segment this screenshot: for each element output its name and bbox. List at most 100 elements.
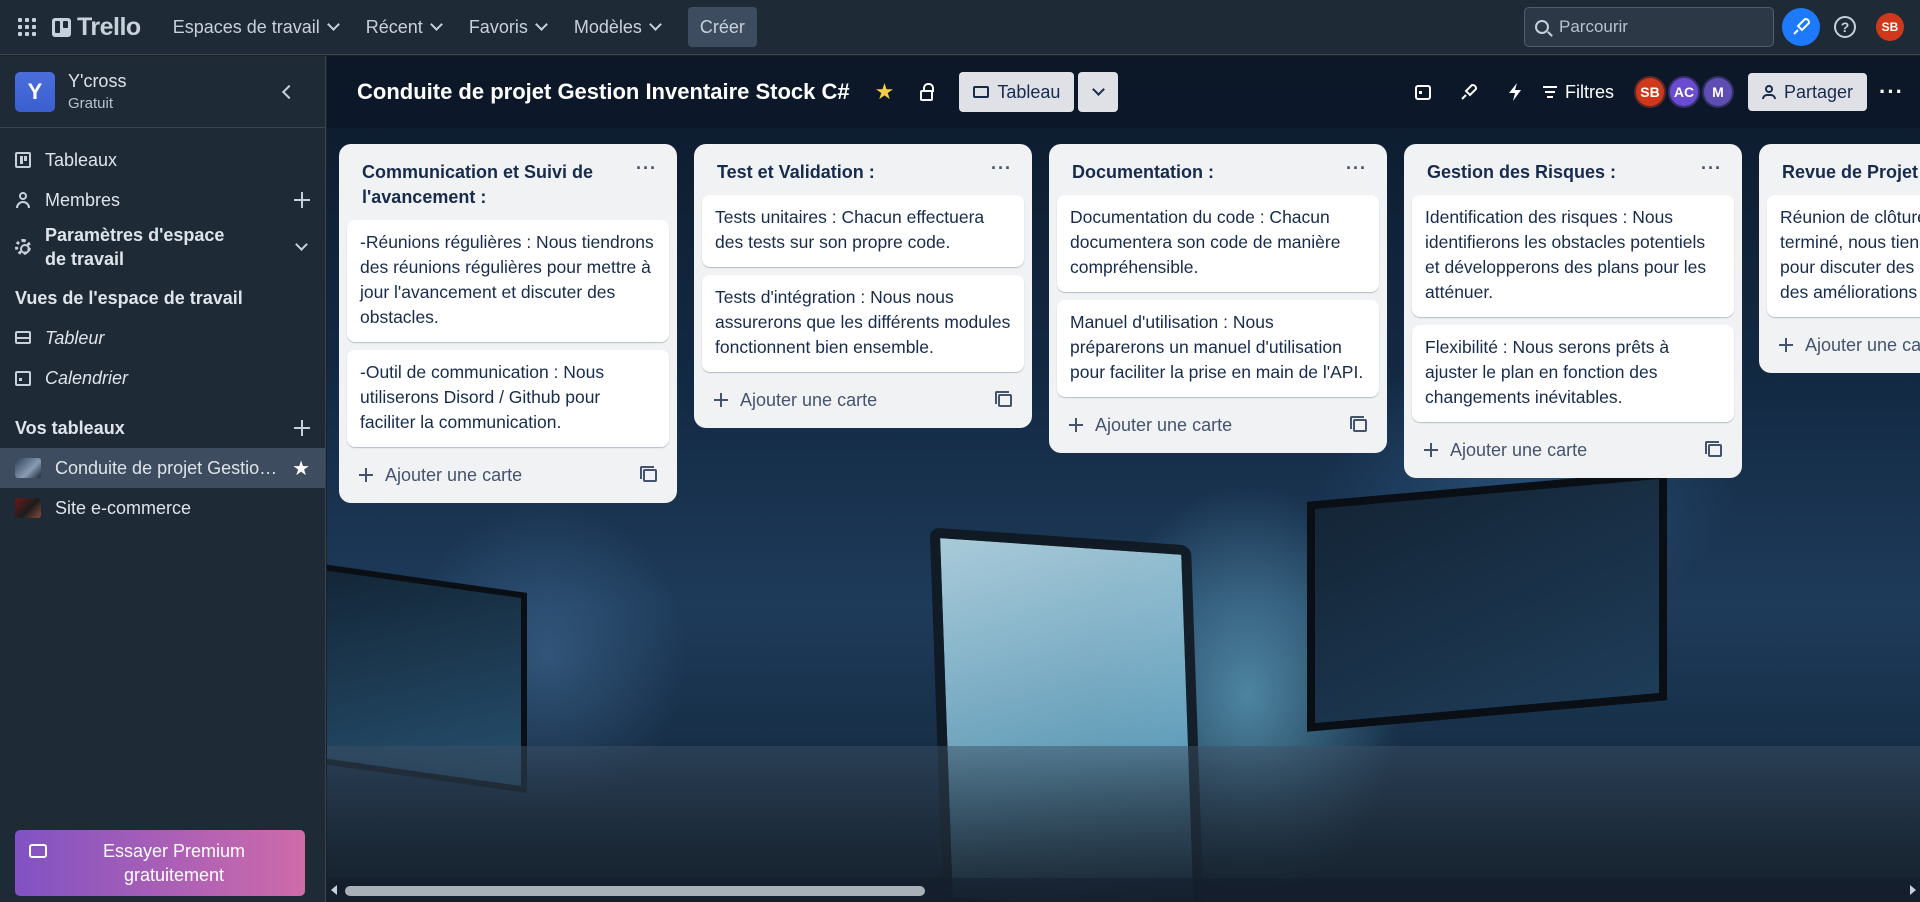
more-options-icon[interactable]: ··· <box>1879 79 1904 105</box>
card[interactable]: -Outil de communication : Nous utilisero… <box>347 350 669 447</box>
member-avatar[interactable]: M <box>1701 76 1734 108</box>
notifications-button[interactable] <box>1782 8 1820 46</box>
share-button[interactable]: Partager <box>1747 73 1868 111</box>
list-header: Revue de Projet : ··· <box>1767 154 1920 195</box>
card-template-icon[interactable] <box>1705 440 1722 457</box>
board-name: Conduite de projet Gestion Inventaire St… <box>55 457 278 478</box>
person-icon <box>15 192 31 208</box>
list-menu-icon[interactable]: ··· <box>1697 159 1726 177</box>
list-title[interactable]: Communication et Suivi de l'avancement : <box>362 160 632 210</box>
list-documentation: Documentation : ··· Documentation du cod… <box>1049 144 1387 453</box>
add-card-button[interactable]: Ajouter une carte <box>347 455 669 495</box>
workspace-logo[interactable]: Y <box>15 71 55 112</box>
power-ups-icon[interactable] <box>1451 74 1487 110</box>
table-icon <box>15 330 31 346</box>
logo-text: Trello <box>77 12 141 41</box>
nav-label: Espaces de travail <box>172 16 320 37</box>
premium-label: Essayer Premium gratuitement <box>102 841 246 885</box>
help-icon[interactable]: ? <box>1834 16 1856 38</box>
search-icon <box>1535 20 1549 34</box>
board-name: Site e-commerce <box>55 497 192 518</box>
try-premium-button[interactable]: Essayer Premium gratuitement <box>15 830 305 896</box>
list-title[interactable]: Documentation : <box>1072 160 1342 185</box>
card[interactable]: Documentation du code : Chacun documente… <box>1057 195 1379 292</box>
create-button[interactable]: Créer <box>687 7 757 47</box>
user-avatar[interactable]: SB <box>1876 13 1904 41</box>
list-menu-icon[interactable]: ··· <box>1342 159 1371 177</box>
list-menu-icon[interactable]: ··· <box>987 159 1016 177</box>
member-avatar[interactable]: SB <box>1633 76 1666 108</box>
sidebar-item-members[interactable]: Membres <box>0 180 325 220</box>
view-switcher-button[interactable] <box>1078 72 1119 112</box>
gear-icon <box>15 239 31 255</box>
sidebar-item-boards[interactable]: Tableaux <box>0 140 325 180</box>
star-icon[interactable]: ★ <box>875 79 895 105</box>
scrollbar-thumb[interactable] <box>345 886 925 896</box>
add-board-icon[interactable] <box>294 420 310 436</box>
top-navigation-bar: Trello Espaces de travail Récent Favoris… <box>0 0 1920 55</box>
card[interactable]: Flexibilité : Nous serons prêts à ajuste… <box>1412 325 1734 422</box>
card-template-icon[interactable] <box>995 390 1012 407</box>
automation-icon[interactable] <box>1497 74 1533 110</box>
add-card-button[interactable]: Ajouter une carte <box>1412 430 1734 470</box>
list-title[interactable]: Gestion des Risques : <box>1427 160 1697 185</box>
add-card-button[interactable]: Ajouter une carte <box>1767 325 1920 365</box>
trello-logo[interactable]: Trello <box>52 13 141 42</box>
chevron-down-icon <box>1092 83 1105 96</box>
nav-workspaces[interactable]: Espaces de travail <box>159 8 352 46</box>
chevron-down-icon[interactable] <box>295 238 308 251</box>
horizontal-scrollbar[interactable] <box>327 878 1920 902</box>
board-header: Conduite de projet Gestion Inventaire St… <box>327 56 1920 128</box>
workspace-plan: Gratuit <box>68 95 114 112</box>
add-member-icon[interactable] <box>294 192 310 208</box>
lock-icon[interactable] <box>920 82 935 101</box>
board-view-button[interactable]: Tableau <box>959 72 1075 112</box>
plus-icon <box>1424 443 1438 457</box>
sidebar-item-table-view[interactable]: Tableur <box>0 318 325 358</box>
filters-button[interactable]: Filtres <box>1542 82 1614 103</box>
calendar-icon[interactable] <box>1405 74 1441 110</box>
workspace-name[interactable]: Y'cross <box>68 71 126 92</box>
member-avatar[interactable]: AC <box>1667 76 1700 108</box>
scroll-right-arrow-icon[interactable] <box>1910 885 1916 895</box>
card[interactable]: Réunion de clôture : Une fois le projet … <box>1767 195 1920 317</box>
nav-templates[interactable]: Modèles <box>560 8 674 46</box>
list-title[interactable]: Test et Validation : <box>717 160 987 185</box>
card-template-icon[interactable] <box>640 465 657 482</box>
add-card-label: Ajouter une carte <box>1450 439 1588 460</box>
sidebar-board-item[interactable]: Conduite de projet Gestion Inventaire St… <box>0 448 325 488</box>
add-card-button[interactable]: Ajouter une carte <box>1057 405 1379 445</box>
sidebar-item-settings[interactable]: Paramètres d'espace de travail <box>0 220 325 274</box>
card[interactable]: -Réunions régulières : Nous tiendrons de… <box>347 220 669 342</box>
sidebar-board-item[interactable]: Site e-commerce <box>0 488 325 528</box>
sidebar-item-calendar-view[interactable]: Calendrier <box>0 358 325 398</box>
card[interactable]: Manuel d'utilisation : Nous préparerons … <box>1057 300 1379 397</box>
share-label: Partager <box>1783 81 1854 102</box>
list-header: Communication et Suivi de l'avancement :… <box>347 154 669 220</box>
calendar-icon <box>15 370 31 386</box>
star-icon[interactable]: ★ <box>292 456 310 481</box>
app-switcher-icon[interactable] <box>10 10 44 44</box>
board-title[interactable]: Conduite de projet Gestion Inventaire St… <box>357 79 850 105</box>
card[interactable]: Tests unitaires : Chacun effectuera des … <box>702 195 1024 267</box>
add-card-button[interactable]: Ajouter une carte <box>702 380 1024 420</box>
board-thumbnail <box>15 498 41 518</box>
card[interactable]: Identification des risques : Nous identi… <box>1412 195 1734 317</box>
list-title[interactable]: Revue de Projet : <box>1782 160 1920 185</box>
rocket-icon <box>1793 17 1811 35</box>
chevron-down-icon <box>649 18 662 31</box>
card-template-icon[interactable] <box>1350 415 1367 432</box>
list-menu-icon[interactable]: ··· <box>632 159 661 177</box>
plus-icon <box>1779 338 1793 352</box>
board-view-icon <box>973 86 990 98</box>
collapse-sidebar-icon[interactable] <box>281 84 297 99</box>
scroll-left-arrow-icon[interactable] <box>331 885 337 895</box>
sidebar-item-label: Tableaux <box>45 149 118 170</box>
nav-recent[interactable]: Récent <box>352 8 455 46</box>
sidebar-item-label: Paramètres d'espace de travail <box>45 225 225 269</box>
search-input[interactable]: Parcourir <box>1524 7 1774 47</box>
nav-starred[interactable]: Favoris <box>455 8 560 46</box>
nav-label: Modèles <box>573 16 642 37</box>
your-boards-label: Vos tableaux <box>15 417 125 438</box>
card[interactable]: Tests d'intégration : Nous nous assurero… <box>702 275 1024 372</box>
